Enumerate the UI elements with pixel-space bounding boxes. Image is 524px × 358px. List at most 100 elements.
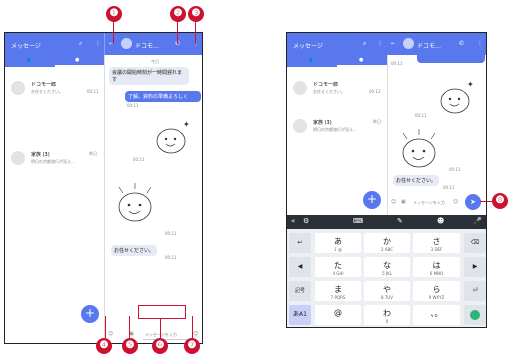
callout-line (195, 22, 196, 44)
sticker-time: 00:11 (449, 167, 461, 172)
chat-pane: 今日 会議の開始時刻が一時間遅れます 了解。資料の準備よろしく 00:11 ✦ … (105, 55, 202, 343)
sticker-button-icon[interactable]: ☺ (391, 199, 396, 205)
send-icon: ➤ (470, 198, 476, 206)
message-input[interactable]: メッセージを入力 (143, 330, 189, 340)
sticker-button-icon[interactable]: ☺ (108, 331, 113, 337)
emoji-icon[interactable]: ☺ (193, 331, 198, 337)
list-item[interactable]: ドコモ一郎 お任せください。 00:12 (287, 75, 387, 101)
enter-key[interactable] (464, 305, 486, 325)
search-icon[interactable]: ⌕ (79, 40, 82, 48)
conversation-time: 00:12 (369, 89, 381, 94)
kana-key[interactable]: さ3 DEF (413, 233, 460, 253)
send-button[interactable]: ➤ (465, 194, 481, 210)
new-message-fab[interactable]: + (363, 191, 381, 209)
search-icon[interactable]: ⌕ (363, 40, 366, 48)
keyboard-icon[interactable]: ⌨ (353, 217, 363, 225)
kana-key[interactable]: た4 GHI (315, 257, 361, 277)
new-message-fab[interactable]: + (81, 305, 99, 323)
date-label: 今日 (151, 59, 159, 64)
tab-indicator (337, 65, 387, 67)
callout-line (160, 319, 161, 338)
enter-icon (470, 310, 480, 320)
avatar (403, 38, 414, 49)
outgoing-message: 了解。資料の準備よろしく (125, 91, 201, 102)
conversation-title: ドコモ… (417, 43, 442, 50)
svg-text:✦: ✦ (467, 80, 474, 89)
tab-messages[interactable]: ● (359, 57, 363, 63)
kana-key[interactable]: は6 MNO (413, 257, 460, 277)
message-time: 00:11 (443, 185, 455, 190)
collapse-icon[interactable]: « (291, 217, 295, 225)
message-text: 会議の開始時刻が一時間遅れます (112, 70, 183, 83)
sticker: ✦ (440, 80, 474, 114)
top-bar: メッセージ ⌕ ⋮ ← ドコモ… ✆ ⋮ (287, 33, 486, 55)
avatar (293, 81, 307, 95)
top-bar: メッセージ ⌕ ⋮ ← ドコモ… ✆ ⋮ (5, 33, 202, 55)
kana-key[interactable]: @ (315, 305, 361, 325)
message-time: 00:11 (165, 255, 177, 260)
sticker-time: 00:11 (133, 157, 145, 162)
attach-image-icon[interactable]: ▣ (401, 199, 406, 205)
left-key[interactable]: 記号 (289, 281, 311, 301)
mic-icon[interactable]: 🎤 (473, 217, 482, 225)
sticker (118, 183, 152, 222)
kana-key[interactable]: ま7 PQRS (315, 281, 361, 301)
conversation-time: 昨日 (89, 151, 97, 156)
right-key[interactable]: ▶ (464, 257, 486, 277)
callout-2: ❷ (170, 6, 186, 22)
conversation-list: ドコモ一郎 お任せください。 00:11 家族 (3) 明日の京都旅行が見え… … (5, 67, 104, 343)
message-text: 了解。資料の準備よろしく (128, 94, 189, 100)
tab-contacts[interactable]: 👥 (309, 57, 315, 63)
callout-line (105, 316, 106, 338)
callout-4: ❹ (96, 338, 112, 354)
menu-icon[interactable]: ⋮ (95, 40, 101, 47)
conversation-name: 家族 (3) (313, 120, 332, 126)
callout-line (480, 201, 492, 202)
overflow-menu-icon[interactable]: ⋮ (193, 40, 199, 47)
callout-8: ❽ (492, 193, 508, 209)
keyboard: « ⚙ ⌨ ✎ ☻ 🎤 ↩ ◀ 記号 あA1 ⌫ ▶ ⏎ あ1 @ か2 ABC… (287, 215, 486, 327)
callout-line (177, 22, 178, 44)
kana-key[interactable]: わ0 (364, 305, 410, 325)
menu-icon[interactable]: ⋮ (377, 40, 383, 47)
outgoing-stub (417, 55, 485, 63)
kana-key[interactable]: 、。 (413, 305, 460, 325)
left-key[interactable]: ↩ (289, 233, 311, 253)
phone-icon[interactable]: ✆ (459, 40, 464, 47)
right-key[interactable]: ⌫ (464, 233, 486, 253)
list-item[interactable]: 家族 (3) 明日の京都旅行が見え… 昨日 (287, 115, 387, 141)
back-icon[interactable]: ← (391, 41, 395, 47)
callout-5: ❺ (122, 338, 138, 354)
tab-messages[interactable]: ● (75, 57, 79, 63)
message-input[interactable]: メッセージを入力 (411, 197, 451, 209)
conversation-name: ドコモ一郎 (313, 82, 339, 88)
emoji-keyboard-icon[interactable]: ☻ (437, 217, 444, 225)
tab-contacts[interactable]: 👥 (27, 57, 33, 63)
left-phone: メッセージ ⌕ ⋮ ← ドコモ… ✆ ⋮ 👥 ● ドコモ一郎 お任せください。 … (4, 32, 203, 344)
incoming-message: 会議の開始時刻が一時間遅れます (109, 67, 189, 85)
left-key[interactable]: あA1 (289, 305, 311, 325)
kana-key[interactable]: あ1 @ (315, 233, 361, 253)
right-key[interactable]: ⏎ (464, 281, 486, 301)
left-key[interactable]: ◀ (289, 257, 311, 277)
kana-key[interactable]: な5 JKL (364, 257, 410, 277)
kana-key[interactable]: ら9 WXYZ (413, 281, 460, 301)
edit-icon[interactable]: ✎ (397, 217, 403, 225)
conversation-time: 00:11 (87, 89, 99, 94)
settings-icon[interactable]: ⚙ (303, 217, 309, 225)
message-time: 00:11 (391, 61, 403, 66)
overflow-menu-icon[interactable]: ⋮ (477, 40, 483, 47)
avatar (293, 119, 307, 133)
conversation-name: ドコモ一郎 (31, 82, 57, 88)
sticker: ✦ (156, 120, 190, 154)
reply-message: お任せください。 (111, 245, 158, 256)
conversation-name: 家族 (3) (31, 152, 50, 158)
emoji-icon[interactable]: ☺ (453, 199, 458, 205)
kana-key[interactable]: か2 ABC (364, 233, 410, 253)
avatar (11, 81, 25, 95)
callout-1: ❶ (106, 6, 122, 22)
kana-key[interactable]: や8 TUV (364, 281, 410, 301)
list-item[interactable]: ドコモ一郎 お任せください。 00:11 (5, 75, 104, 101)
conversation-preview: 明日の京都旅行が見え… (31, 159, 75, 164)
list-item[interactable]: 家族 (3) 明日の京都旅行が見え… 昨日 (5, 147, 104, 173)
